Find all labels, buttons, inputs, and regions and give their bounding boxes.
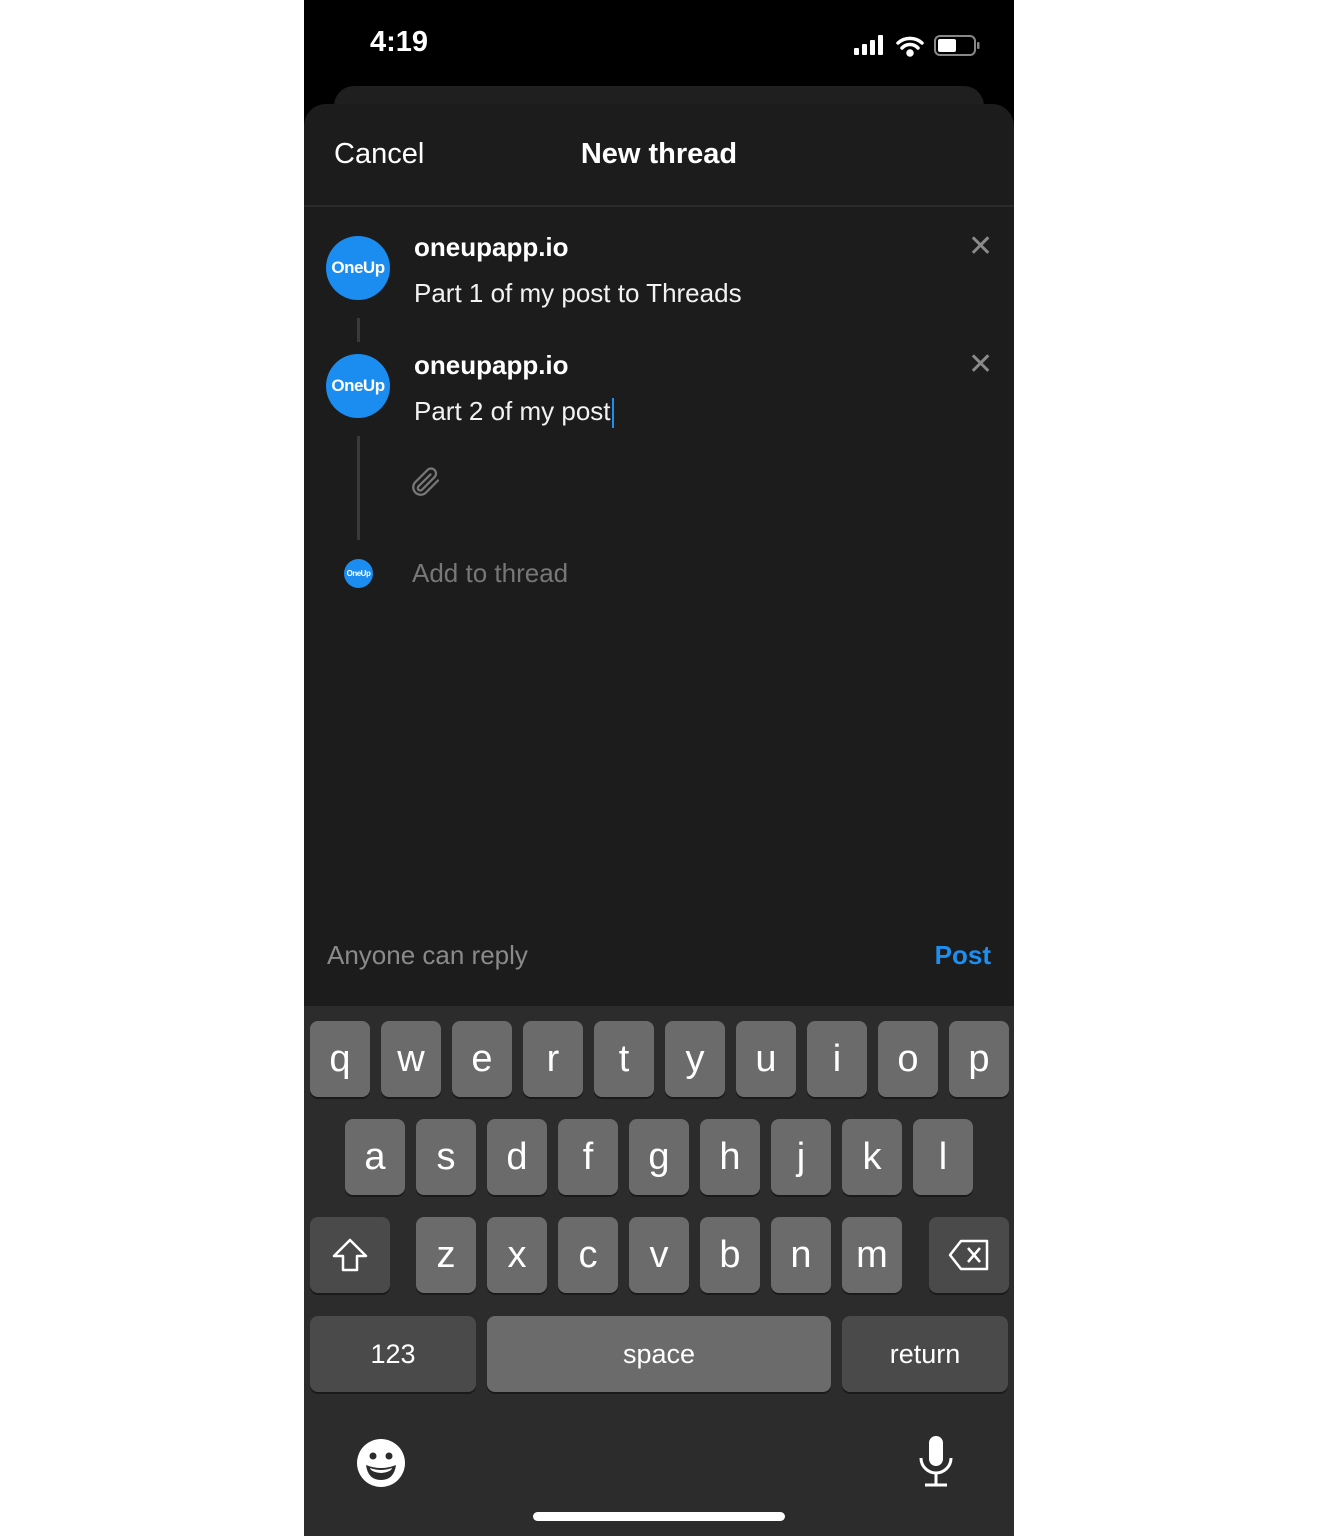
- divider: [304, 205, 1014, 207]
- key-h[interactable]: h: [700, 1119, 760, 1195]
- key-s[interactable]: s: [416, 1119, 476, 1195]
- post-text-input[interactable]: Part 2 of my post: [414, 396, 614, 429]
- text-cursor: [611, 398, 614, 429]
- key-e[interactable]: e: [452, 1021, 512, 1097]
- emoji-icon[interactable]: [356, 1438, 406, 1488]
- thread-line: [357, 436, 360, 540]
- avatar-small: OneUp: [344, 559, 373, 588]
- key-g[interactable]: g: [629, 1119, 689, 1195]
- shift-key[interactable]: [310, 1217, 390, 1293]
- add-to-thread-input[interactable]: Add to thread: [412, 558, 568, 589]
- post-button[interactable]: Post: [935, 940, 991, 971]
- key-j[interactable]: j: [771, 1119, 831, 1195]
- key-y[interactable]: y: [665, 1021, 725, 1097]
- key-f[interactable]: f: [558, 1119, 618, 1195]
- key-c[interactable]: c: [558, 1217, 618, 1293]
- page-title: New thread: [580, 138, 738, 170]
- close-icon[interactable]: ✕: [968, 232, 993, 262]
- key-z[interactable]: z: [416, 1217, 476, 1293]
- key-m[interactable]: m: [842, 1217, 902, 1293]
- return-key[interactable]: return: [842, 1316, 1008, 1392]
- numbers-key[interactable]: 123: [310, 1316, 476, 1392]
- post-username: oneupapp.io: [414, 350, 569, 380]
- paperclip-icon[interactable]: [408, 464, 444, 500]
- phone-screen: 4:19 Cancel New thread OneUp oneupapp.io…: [304, 0, 1014, 1536]
- wifi-icon: [896, 36, 924, 57]
- key-p[interactable]: p: [949, 1021, 1009, 1097]
- thread-line: [357, 318, 360, 342]
- shift-icon: [332, 1238, 368, 1272]
- post-text-input[interactable]: Part 1 of my post to Threads: [414, 278, 742, 309]
- key-a[interactable]: a: [345, 1119, 405, 1195]
- key-u[interactable]: u: [736, 1021, 796, 1097]
- key-l[interactable]: l: [913, 1119, 973, 1195]
- key-r[interactable]: r: [523, 1021, 583, 1097]
- home-indicator[interactable]: [533, 1512, 785, 1521]
- delete-key[interactable]: [929, 1217, 1009, 1293]
- key-v[interactable]: v: [629, 1217, 689, 1293]
- key-q[interactable]: q: [310, 1021, 370, 1097]
- key-t[interactable]: t: [594, 1021, 654, 1097]
- keyboard: q w e r t y u i o p a s d f g h j k l z x c v b n m 123 space return: [304, 1006, 1014, 1536]
- close-icon[interactable]: ✕: [968, 350, 993, 380]
- key-x[interactable]: x: [487, 1217, 547, 1293]
- key-k[interactable]: k: [842, 1119, 902, 1195]
- microphone-icon[interactable]: [916, 1434, 956, 1490]
- avatar: OneUp: [326, 236, 390, 300]
- backspace-icon: [948, 1239, 989, 1271]
- signal-icon: [854, 35, 883, 55]
- key-d[interactable]: d: [487, 1119, 547, 1195]
- key-o[interactable]: o: [878, 1021, 938, 1097]
- battery-icon: [934, 35, 980, 56]
- post-text: Part 2 of my post: [414, 396, 611, 426]
- key-i[interactable]: i: [807, 1021, 867, 1097]
- key-n[interactable]: n: [771, 1217, 831, 1293]
- reply-setting-button[interactable]: Anyone can reply: [327, 940, 528, 971]
- status-icons: [854, 35, 980, 57]
- avatar: OneUp: [326, 354, 390, 418]
- space-key[interactable]: space: [487, 1316, 831, 1392]
- status-time: 4:19: [370, 26, 429, 58]
- key-w[interactable]: w: [381, 1021, 441, 1097]
- key-b[interactable]: b: [700, 1217, 760, 1293]
- post-username: oneupapp.io: [414, 232, 569, 262]
